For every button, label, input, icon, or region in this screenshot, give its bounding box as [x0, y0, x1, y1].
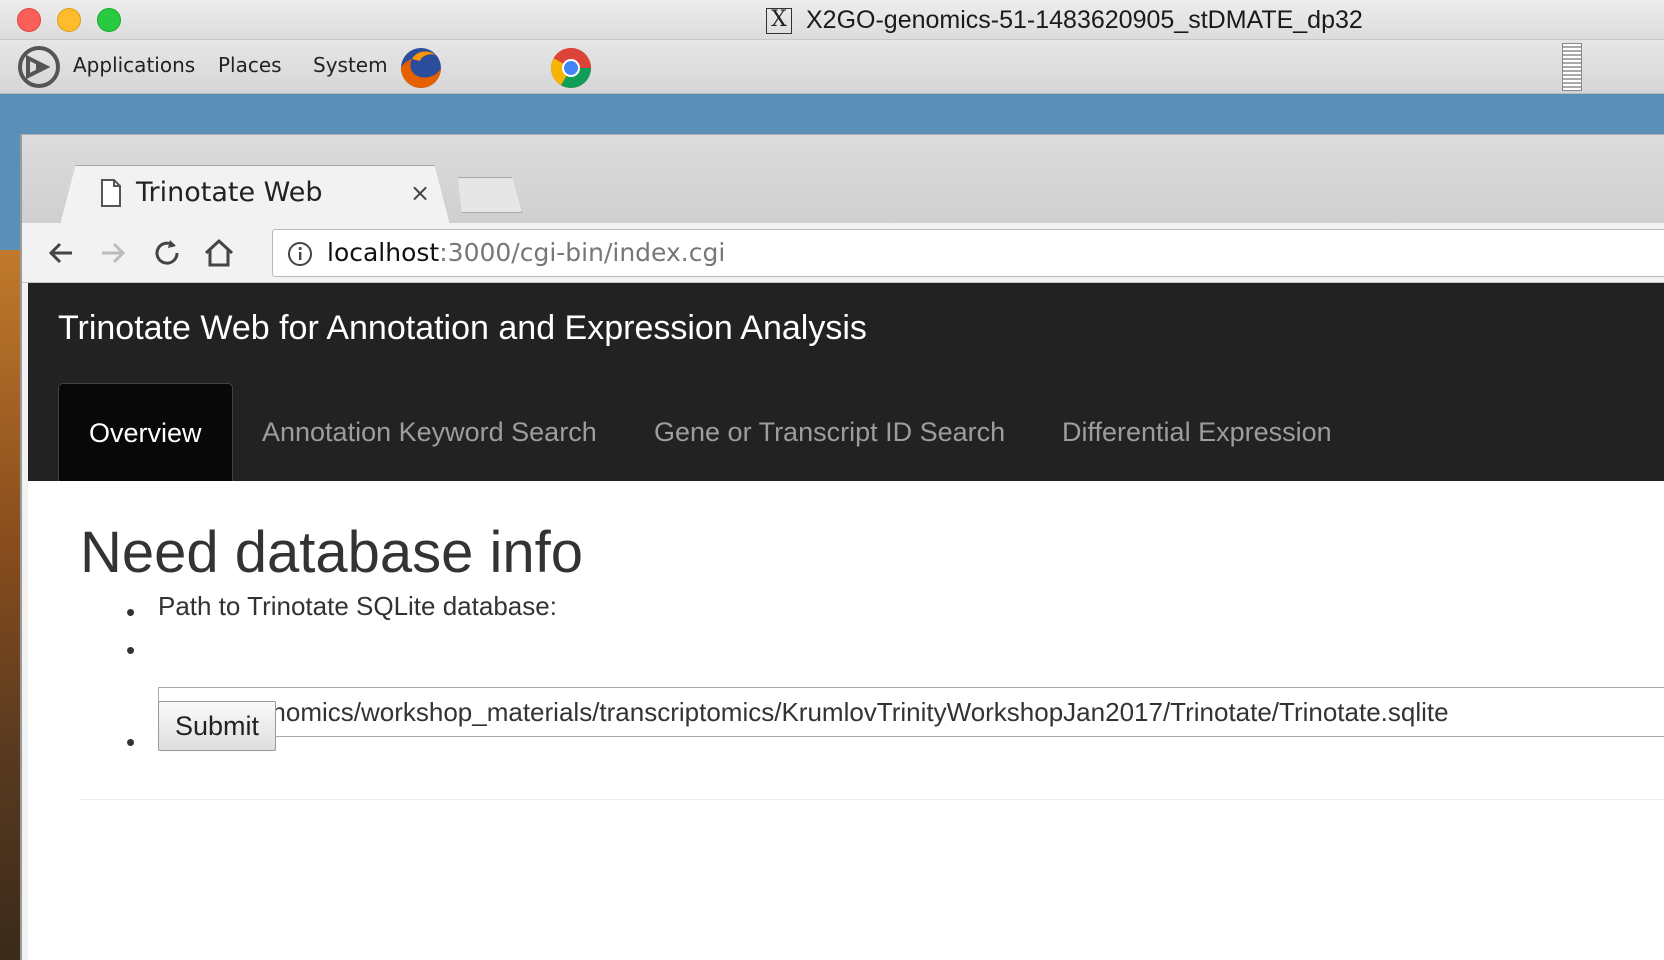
new-tab-button[interactable]: [457, 177, 522, 213]
window-minimize-button[interactable]: [57, 8, 81, 32]
browser-toolbar: localhost:3000/cgi-bin/index.cgi: [22, 223, 1664, 283]
nav-tab-gene-transcript-id-search[interactable]: Gene or Transcript ID Search: [654, 383, 1005, 481]
tab-strip: Trinotate Web ×: [22, 135, 1664, 225]
db-path-label: Path to Trinotate SQLite database:: [158, 591, 557, 621]
list-bullet: •: [126, 727, 136, 757]
info-icon[interactable]: [287, 241, 313, 267]
back-arrow-icon[interactable]: [44, 236, 78, 270]
page-heading: Need database info: [80, 520, 584, 585]
panel-menu-places[interactable]: Places: [218, 53, 282, 77]
chrome-icon[interactable]: [548, 45, 594, 91]
window-maximize-button[interactable]: [97, 8, 121, 32]
tab-title: Trinotate Web: [136, 177, 323, 208]
panel-menu-system[interactable]: System: [313, 53, 388, 77]
web-page: Trinotate Web for Annotation and Express…: [28, 283, 1664, 960]
window-titlebar: X X2GO-genomics-51-1483620905_stDMATE_dp…: [0, 0, 1664, 40]
firefox-icon[interactable]: [398, 45, 444, 91]
desktop-panel: Applications Places System: [0, 40, 1664, 94]
panel-resize-handle[interactable]: [1562, 43, 1582, 91]
panel-menu-applications[interactable]: Applications: [73, 53, 195, 77]
url-host: localhost: [327, 238, 440, 267]
site-navbar: Trinotate Web for Annotation and Express…: [28, 283, 1664, 481]
url-text: localhost:3000/cgi-bin/index.cgi: [327, 238, 725, 267]
forward-arrow-icon[interactable]: [96, 236, 130, 270]
gnome-foot-icon[interactable]: [16, 44, 62, 90]
nav-tab-annotation-keyword-search[interactable]: Annotation Keyword Search: [262, 383, 597, 481]
reload-icon[interactable]: [150, 236, 184, 270]
nav-tab-differential-expression[interactable]: Differential Expression: [1062, 383, 1332, 481]
url-path: :3000/cgi-bin/index.cgi: [439, 238, 726, 267]
browser-window: Trinotate Web × localhost:3000/cgi-bin/i…: [20, 134, 1664, 960]
db-path-input[interactable]: [158, 687, 1664, 737]
x11-icon: X: [766, 8, 792, 34]
address-bar[interactable]: localhost:3000/cgi-bin/index.cgi: [272, 229, 1664, 277]
submit-button[interactable]: Submit: [158, 701, 276, 751]
window-close-button[interactable]: [17, 8, 41, 32]
home-icon[interactable]: [202, 236, 236, 270]
tab-close-icon[interactable]: ×: [410, 179, 430, 207]
page-icon: [101, 179, 121, 207]
list-bullet: •: [126, 597, 136, 627]
desktop-wallpaper: [0, 250, 22, 960]
window-title: X2GO-genomics-51-1483620905_stDMATE_dp32: [806, 6, 1363, 34]
nav-tab-overview[interactable]: Overview: [58, 383, 233, 481]
site-brand[interactable]: Trinotate Web for Annotation and Express…: [58, 309, 867, 348]
divider: [80, 799, 1664, 800]
list-bullet: •: [126, 635, 136, 665]
